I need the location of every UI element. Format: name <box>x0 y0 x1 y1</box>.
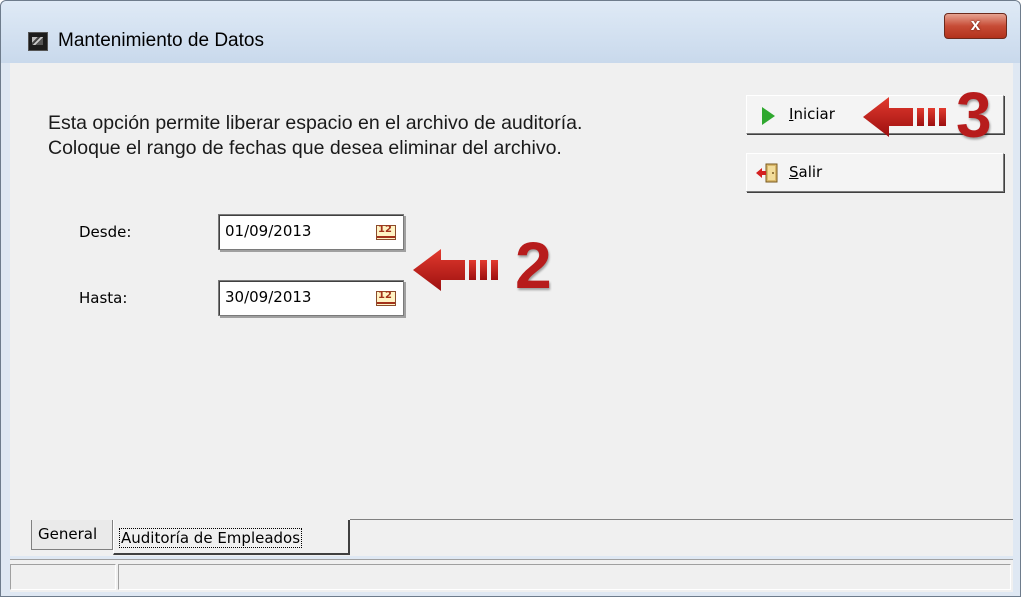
description-line-1: Esta opción permite liberar espacio en e… <box>48 112 583 134</box>
close-icon: x <box>970 15 981 34</box>
iniciar-label: Iniciar <box>789 105 835 123</box>
close-button[interactable]: x <box>944 13 1007 39</box>
description-line-2: Coloque el rango de fechas que desea eli… <box>48 137 562 159</box>
hasta-date-field[interactable]: 30/09/2013 <box>218 280 404 316</box>
tab-general-label: General <box>38 525 98 543</box>
salir-label: Salir <box>789 163 823 181</box>
dialog-window: Mantenimiento de Datos x Esta opción per… <box>0 0 1021 597</box>
salir-button[interactable]: Salir <box>746 153 1004 192</box>
tab-general[interactable]: General <box>31 520 113 550</box>
hasta-date-value[interactable]: 30/09/2013 <box>225 288 311 306</box>
status-panel-2 <box>118 564 1011 590</box>
title-bar[interactable]: Mantenimiento de Datos x <box>1 1 1020 63</box>
exit-door-icon <box>756 163 778 183</box>
tab-auditoria-empleados[interactable]: Auditoría de Empleados <box>113 520 350 555</box>
annotation-arrow-3 <box>863 97 946 137</box>
annotation-arrow-2 <box>413 249 498 291</box>
tab-auditoria-label: Auditoría de Empleados <box>118 528 303 548</box>
hasta-label: Hasta: <box>79 289 128 307</box>
calendar-icon[interactable] <box>376 224 396 240</box>
desde-label: Desde: <box>79 223 132 241</box>
window-title: Mantenimiento de Datos <box>58 30 264 51</box>
desde-date-value[interactable]: 01/09/2013 <box>225 222 311 240</box>
annotation-step-3: 3 <box>956 79 992 151</box>
app-icon[interactable] <box>28 32 48 51</box>
calendar-icon[interactable] <box>376 290 396 306</box>
status-bar <box>10 559 1013 592</box>
play-icon <box>762 107 775 125</box>
annotation-step-2: 2 <box>515 228 552 302</box>
tab-divider <box>350 519 1013 520</box>
description-text: Esta opción permite liberar espacio en e… <box>48 111 582 161</box>
status-panel-1 <box>10 564 116 590</box>
desde-date-field[interactable]: 01/09/2013 <box>218 214 404 250</box>
